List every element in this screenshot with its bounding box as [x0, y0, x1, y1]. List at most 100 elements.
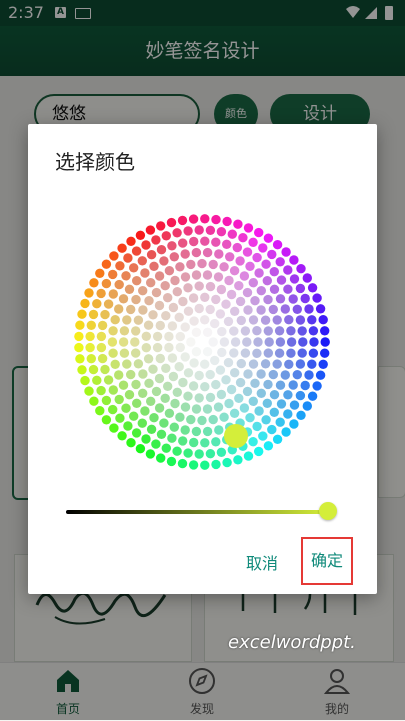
color-dot[interactable] — [223, 316, 234, 327]
color-dot[interactable] — [123, 253, 133, 263]
color-dot[interactable] — [96, 288, 106, 299]
color-dot[interactable] — [178, 377, 188, 388]
color-dot[interactable] — [200, 460, 210, 470]
color-dot[interactable] — [180, 352, 190, 362]
color-dot[interactable] — [114, 304, 124, 314]
color-dot[interactable] — [180, 322, 190, 332]
color-dot[interactable] — [119, 348, 130, 358]
color-dot[interactable] — [172, 387, 182, 397]
color-dot[interactable] — [219, 337, 230, 347]
color-dot[interactable] — [284, 315, 294, 325]
color-dot[interactable] — [272, 434, 283, 444]
color-dot[interactable] — [156, 221, 166, 231]
color-dot[interactable] — [103, 375, 114, 385]
color-dot[interactable] — [118, 294, 129, 304]
color-dot[interactable] — [154, 300, 165, 311]
color-dot[interactable] — [276, 275, 287, 285]
color-dot[interactable] — [239, 403, 250, 413]
color-dot[interactable] — [141, 240, 151, 250]
color-dot[interactable] — [161, 443, 171, 453]
color-dot[interactable] — [180, 402, 191, 412]
color-dot[interactable] — [183, 368, 194, 378]
color-dot[interactable] — [101, 395, 112, 406]
color-dot[interactable] — [263, 348, 273, 358]
color-dot[interactable] — [188, 460, 199, 470]
color-dot[interactable] — [138, 305, 148, 315]
color-dot[interactable] — [233, 219, 243, 229]
color-dot[interactable] — [151, 235, 161, 245]
color-dot[interactable] — [275, 380, 286, 390]
color-dot[interactable] — [242, 247, 253, 257]
color-dot[interactable] — [123, 421, 133, 431]
lightness-slider[interactable] — [66, 510, 328, 514]
color-dot[interactable] — [214, 249, 224, 259]
color-dot[interactable] — [86, 320, 96, 330]
color-dot[interactable] — [217, 347, 227, 358]
color-dot[interactable] — [154, 271, 165, 281]
color-dot[interactable] — [131, 294, 141, 305]
color-dot[interactable] — [202, 247, 213, 258]
color-dot[interactable] — [260, 359, 271, 369]
color-dot[interactable] — [188, 381, 199, 391]
color-dot[interactable] — [210, 318, 220, 329]
color-dot[interactable] — [164, 331, 174, 342]
color-dot[interactable] — [101, 278, 112, 289]
color-dot[interactable] — [232, 242, 242, 253]
color-dot[interactable] — [226, 289, 237, 300]
color-dot[interactable] — [222, 239, 232, 249]
color-dot[interactable] — [275, 337, 286, 347]
color-dot[interactable] — [121, 271, 131, 281]
color-dot[interactable] — [108, 289, 118, 299]
color-dot[interactable] — [202, 347, 213, 357]
color-dot[interactable] — [107, 337, 118, 347]
color-dot[interactable] — [159, 418, 169, 428]
color-dot[interactable] — [197, 415, 207, 426]
color-dot[interactable] — [211, 237, 221, 247]
color-dot[interactable] — [189, 316, 199, 326]
color-dot[interactable] — [85, 342, 95, 353]
color-dot[interactable] — [223, 357, 234, 368]
color-dot[interactable] — [226, 384, 237, 395]
color-dot[interactable] — [92, 299, 102, 309]
color-dot[interactable] — [164, 342, 174, 353]
color-dot[interactable] — [117, 431, 127, 441]
color-dot[interactable] — [315, 304, 326, 314]
color-dot[interactable] — [272, 359, 282, 369]
color-dot[interactable] — [74, 331, 84, 342]
color-dot[interactable] — [175, 342, 185, 353]
color-dot[interactable] — [151, 386, 162, 397]
color-dot[interactable] — [219, 412, 229, 422]
color-dot[interactable] — [296, 410, 306, 420]
color-dot[interactable] — [230, 337, 241, 347]
color-dot[interactable] — [256, 305, 266, 315]
selected-color-marker[interactable] — [224, 424, 248, 448]
color-dot[interactable] — [77, 365, 87, 375]
color-dot[interactable] — [126, 304, 136, 315]
color-dot[interactable] — [224, 398, 234, 409]
color-dot[interactable] — [202, 404, 213, 414]
color-dot[interactable] — [178, 238, 188, 248]
color-dot[interactable] — [211, 294, 221, 305]
color-dot[interactable] — [221, 299, 231, 309]
color-dot[interactable] — [183, 448, 193, 458]
color-dot[interactable] — [191, 247, 202, 258]
color-dot[interactable] — [100, 364, 110, 375]
color-dot[interactable] — [138, 286, 148, 296]
color-dot[interactable] — [248, 315, 259, 325]
color-dot[interactable] — [216, 447, 227, 457]
color-dot[interactable] — [126, 236, 136, 246]
color-dot[interactable] — [86, 354, 96, 364]
color-dot[interactable] — [200, 214, 210, 224]
color-dot[interactable] — [295, 283, 306, 294]
color-dot[interactable] — [261, 259, 271, 269]
color-dot[interactable] — [307, 359, 317, 369]
color-dot[interactable] — [151, 287, 162, 298]
color-dot[interactable] — [96, 331, 107, 342]
color-dot[interactable] — [146, 278, 156, 288]
color-dot[interactable] — [189, 236, 199, 247]
color-dot[interactable] — [295, 359, 306, 369]
color-dot[interactable] — [267, 249, 277, 260]
color-dot[interactable] — [312, 293, 322, 303]
color-dot[interactable] — [155, 353, 165, 364]
color-dot[interactable] — [286, 337, 297, 347]
